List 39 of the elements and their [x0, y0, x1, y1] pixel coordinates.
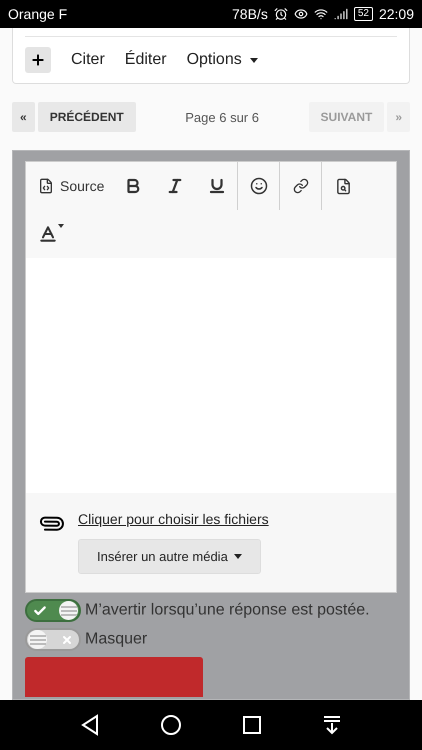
underline-icon: [208, 177, 226, 195]
text-color-icon: [38, 224, 58, 244]
code-file-icon: [38, 178, 54, 194]
x-icon: [61, 634, 73, 646]
back-icon[interactable]: [80, 714, 100, 736]
carrier-name: Orange F: [8, 6, 68, 22]
action-link[interactable]: Éditer: [124, 51, 167, 69]
preview-icon: [334, 178, 352, 194]
caret-icon: [234, 554, 242, 559]
previous-button[interactable]: PRÉCÉDENT: [38, 102, 136, 132]
insert-media-button[interactable]: Insérer un autre média: [78, 539, 261, 574]
network-speed: 78B/s: [232, 6, 268, 22]
smiley-icon: [250, 177, 268, 195]
alarm-icon: [274, 7, 288, 21]
toggle-switch[interactable]: [25, 628, 81, 651]
toggle-label: Masquer: [85, 630, 148, 648]
caret-icon: [250, 58, 258, 62]
eye-icon: [294, 7, 308, 21]
caret-icon: [58, 224, 64, 228]
source-button[interactable]: Source: [30, 162, 112, 210]
plus-icon: [30, 52, 46, 68]
add-button[interactable]: [25, 47, 51, 73]
page-info: Page 6 sur 6: [184, 110, 260, 124]
clock: 22:09: [378, 6, 414, 22]
notifications-icon[interactable]: [322, 714, 342, 736]
check-icon: [33, 604, 47, 618]
options-menu[interactable]: Options: [186, 51, 258, 69]
toggle-switch[interactable]: [25, 599, 81, 622]
home-icon[interactable]: [160, 714, 182, 736]
link-icon: [292, 178, 309, 194]
action-link[interactable]: Citer: [71, 51, 105, 69]
wifi-icon: [314, 7, 328, 21]
signal-icon: [334, 7, 348, 21]
italic-icon: [166, 177, 184, 195]
toggle-label: M’avertir lorsqu’une réponse est postée.: [85, 602, 370, 619]
first-page-button[interactable]: «: [12, 102, 35, 132]
battery-level: 52: [354, 7, 373, 21]
recent-apps-icon[interactable]: [242, 715, 262, 735]
choose-files-link[interactable]: Cliquer pour choisir les fichiers: [78, 511, 269, 527]
